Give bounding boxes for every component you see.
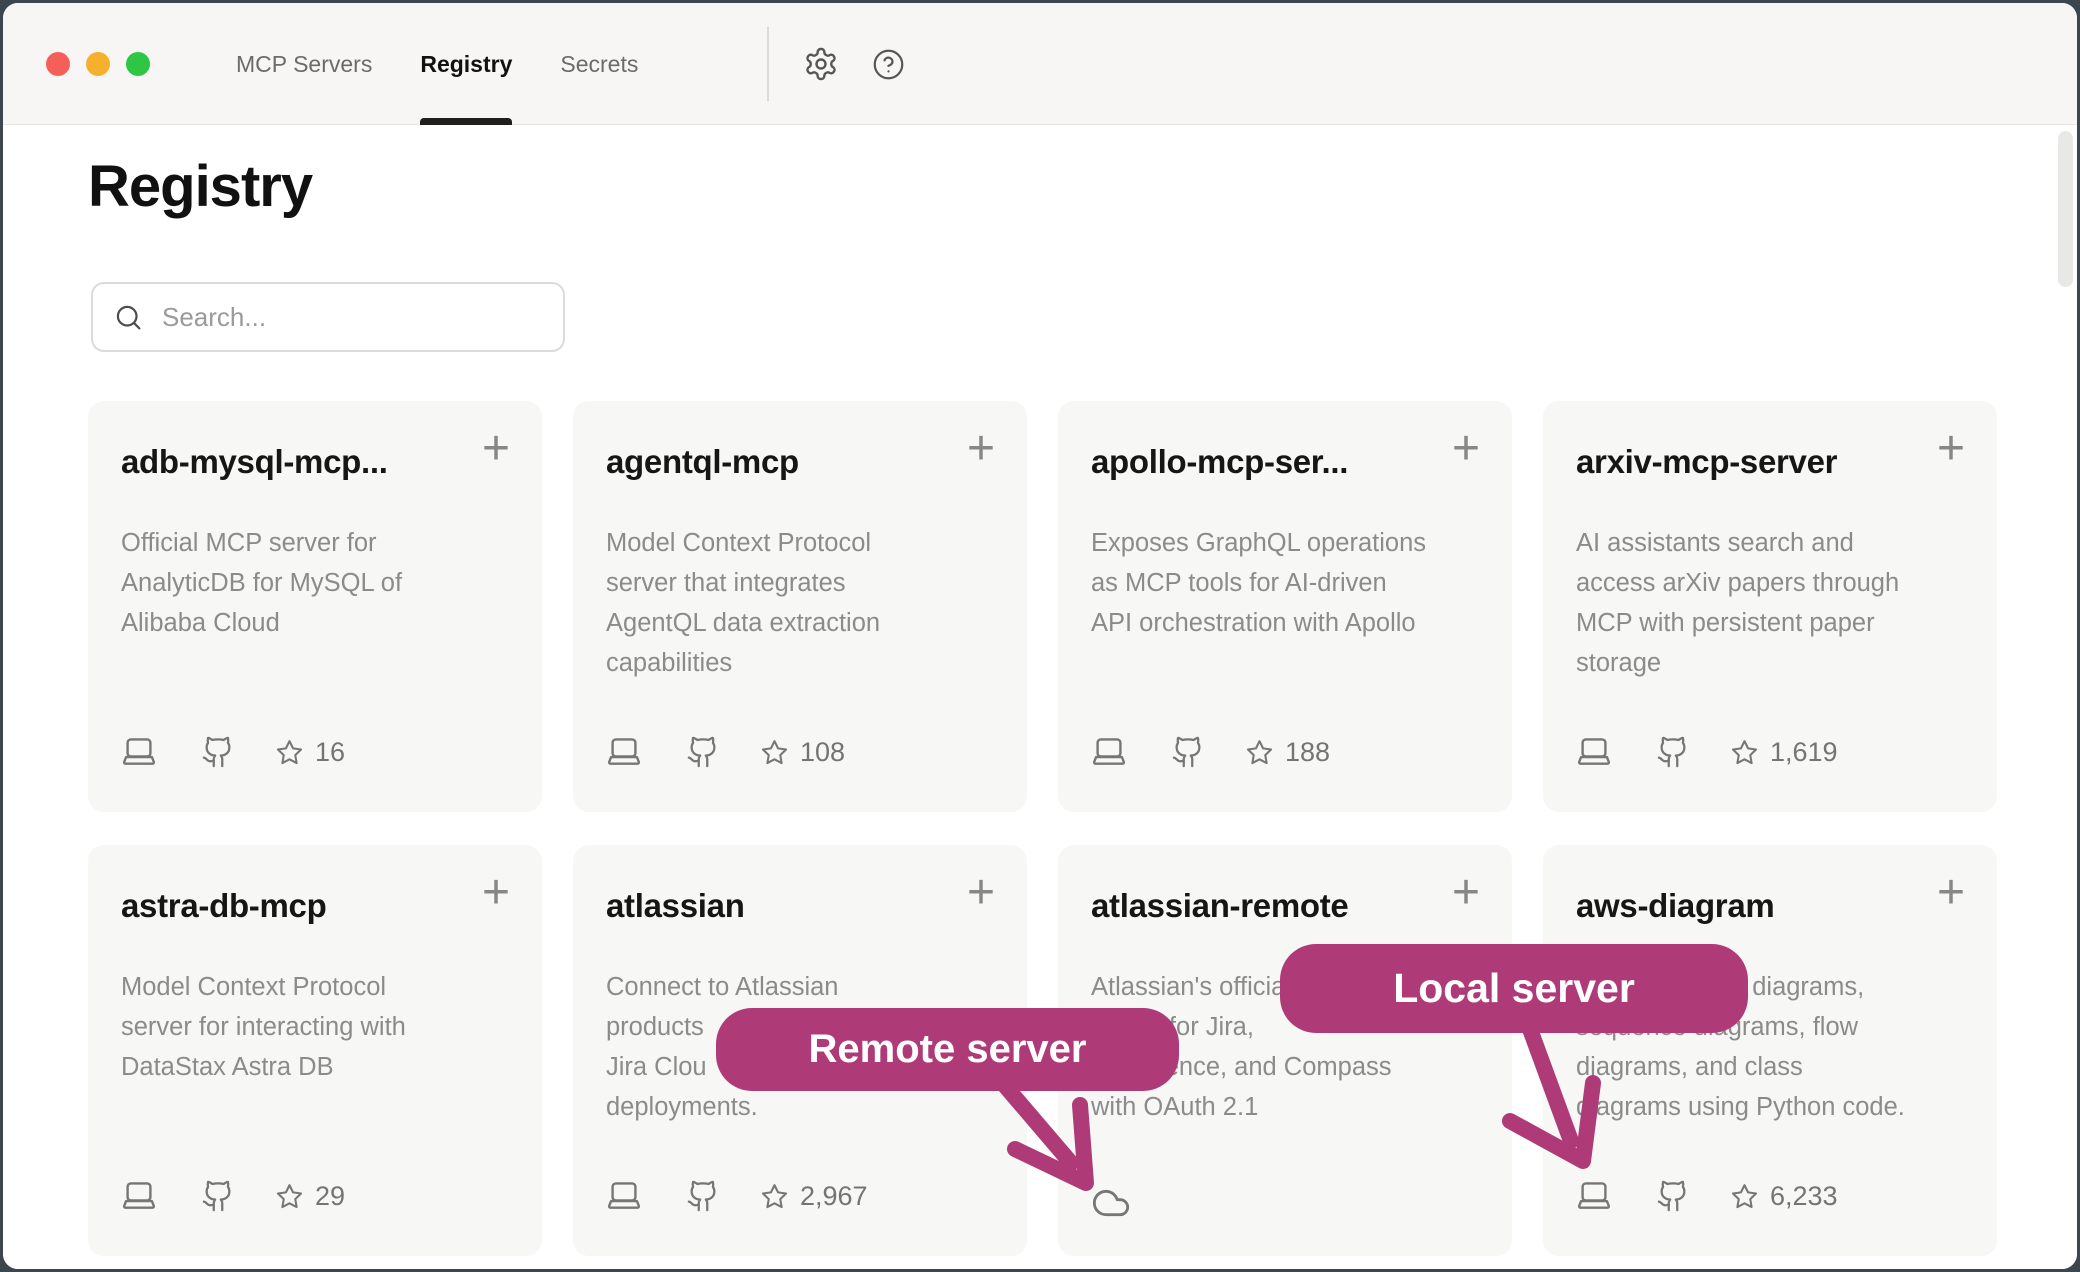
server-card[interactable]: apollo-mcp-ser... + Exposes GraphQL oper… — [1058, 401, 1512, 812]
add-server-button[interactable]: + — [1452, 425, 1480, 473]
star-count: 1,619 — [1770, 737, 1838, 768]
server-name: arxiv-mcp-server — [1576, 443, 1909, 481]
desktop-background: MCP Servers Registry Secrets Registry adb-… — [0, 0, 2080, 1272]
star-icon — [1730, 1182, 1759, 1211]
star-icon — [275, 738, 304, 767]
star-count: 6,233 — [1770, 1181, 1838, 1212]
server-name: atlassian — [606, 887, 939, 925]
server-description: Official MCP server forAnalyticDB for My… — [121, 523, 516, 643]
scrollbar-thumb[interactable] — [2058, 131, 2073, 287]
registry-page: Registry adb-mysql-mcp... + Official MCP… — [3, 126, 2077, 1269]
star-icon — [1245, 738, 1274, 767]
app-window: MCP Servers Registry Secrets Registry adb-… — [3, 3, 2077, 1269]
star-count: 188 — [1285, 737, 1330, 768]
settings-button[interactable] — [803, 46, 839, 82]
card-footer: 108 — [606, 732, 845, 772]
add-server-button[interactable]: + — [482, 869, 510, 917]
card-footer: 16 — [121, 732, 345, 772]
add-server-button[interactable]: + — [967, 425, 995, 473]
github-icon — [201, 735, 235, 769]
callout-remote-server: Remote server — [716, 1008, 1179, 1091]
github-icon — [1656, 735, 1690, 769]
laptop-icon — [1091, 734, 1127, 770]
help-button[interactable] — [872, 48, 905, 81]
server-description: Model Context Protocolserver for interac… — [121, 967, 516, 1087]
star-count: 29 — [315, 1181, 345, 1212]
gear-icon — [803, 46, 839, 82]
card-footer: 1,619 — [1576, 732, 1838, 772]
tab-secrets[interactable]: Secrets — [560, 3, 638, 125]
card-grid: adb-mysql-mcp... + Official MCP server f… — [88, 401, 1997, 1256]
star-count: 16 — [315, 737, 345, 768]
card-footer: 6,233 — [1576, 1176, 1838, 1216]
server-name: astra-db-mcp — [121, 887, 454, 925]
minimize-button[interactable] — [86, 52, 110, 76]
server-description: Model Context Protocolserver that integr… — [606, 523, 1001, 683]
add-server-button[interactable]: + — [1937, 869, 1965, 917]
github-icon — [1656, 1179, 1690, 1213]
card-footer: 29 — [121, 1176, 345, 1216]
search-box — [91, 282, 565, 352]
cloud-icon — [1091, 1183, 1131, 1223]
star-icon — [760, 738, 789, 767]
search-icon — [113, 302, 144, 333]
server-card[interactable]: aws-diagram + Generate AWS diagrams,sequ… — [1543, 845, 1997, 1256]
server-description: AI assistants search andaccess arXiv pap… — [1576, 523, 1971, 683]
server-card[interactable]: astra-db-mcp + Model Context Protocolser… — [88, 845, 542, 1256]
card-footer: 188 — [1091, 732, 1330, 772]
github-icon — [1171, 735, 1205, 769]
add-server-button[interactable]: + — [967, 869, 995, 917]
card-footer: 2,967 — [606, 1176, 868, 1216]
help-icon — [872, 48, 905, 81]
star-count: 108 — [800, 737, 845, 768]
server-name: apollo-mcp-ser... — [1091, 443, 1424, 481]
server-name: aws-diagram — [1576, 887, 1909, 925]
tab-registry[interactable]: Registry — [420, 3, 512, 125]
star-icon — [1730, 738, 1759, 767]
laptop-icon — [606, 1178, 642, 1214]
laptop-icon — [121, 1178, 157, 1214]
laptop-icon — [606, 734, 642, 770]
laptop-icon — [121, 734, 157, 770]
github-icon — [201, 1179, 235, 1213]
page-title: Registry — [88, 153, 312, 220]
tab-mcp-servers[interactable]: MCP Servers — [236, 3, 372, 125]
add-server-button[interactable]: + — [1452, 869, 1480, 917]
laptop-icon — [1576, 1178, 1612, 1214]
server-description: Exposes GraphQL operationsas MCP tools f… — [1091, 523, 1486, 643]
add-server-button[interactable]: + — [1937, 425, 1965, 473]
server-name: atlassian-remote — [1091, 887, 1424, 925]
titlebar: MCP Servers Registry Secrets — [3, 3, 2077, 125]
maximize-button[interactable] — [126, 52, 150, 76]
server-card[interactable]: agentql-mcp + Model Context Protocolserv… — [573, 401, 1027, 812]
github-icon — [686, 735, 720, 769]
card-footer — [1091, 1176, 1131, 1216]
star-icon — [760, 1182, 789, 1211]
server-card[interactable]: adb-mysql-mcp... + Official MCP server f… — [88, 401, 542, 812]
titlebar-divider — [767, 27, 769, 101]
server-name: agentql-mcp — [606, 443, 939, 481]
laptop-icon — [1576, 734, 1612, 770]
window-controls — [46, 52, 150, 76]
search-input[interactable] — [162, 302, 543, 333]
server-name: adb-mysql-mcp... — [121, 443, 454, 481]
star-icon — [275, 1182, 304, 1211]
star-count: 2,967 — [800, 1181, 868, 1212]
server-card[interactable]: arxiv-mcp-server + AI assistants search … — [1543, 401, 1997, 812]
tab-bar: MCP Servers Registry Secrets — [236, 3, 638, 125]
active-tab-underline — [420, 118, 512, 125]
github-icon — [686, 1179, 720, 1213]
callout-local-server: Local server — [1280, 944, 1748, 1033]
close-button[interactable] — [46, 52, 70, 76]
add-server-button[interactable]: + — [482, 425, 510, 473]
